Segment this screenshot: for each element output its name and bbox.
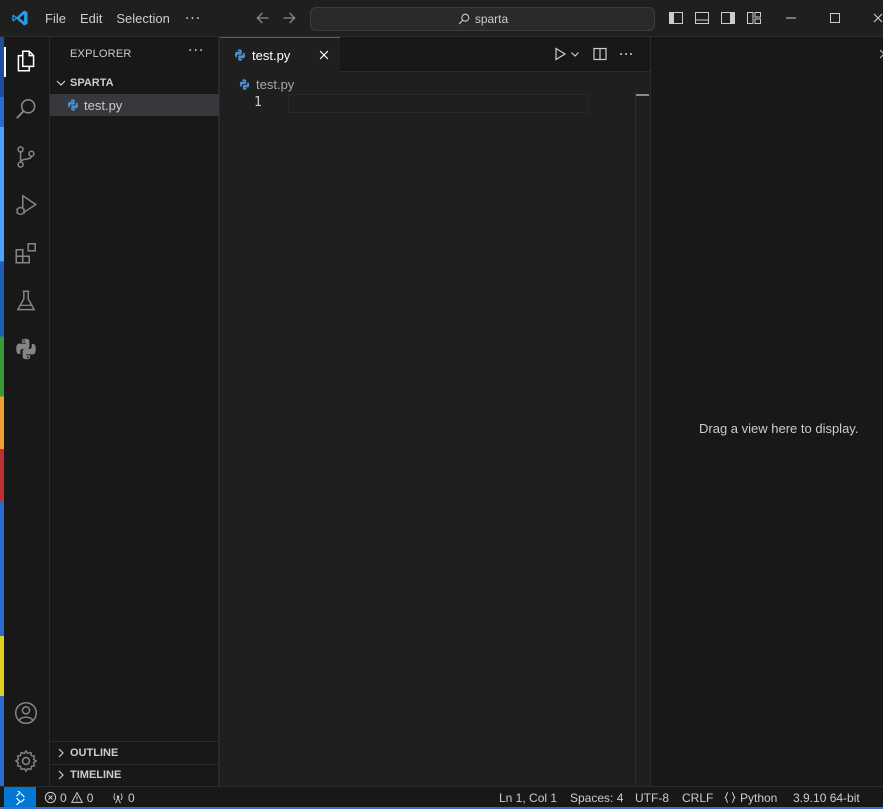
menu-edit[interactable]: Edit <box>73 0 109 37</box>
chevron-down-icon <box>56 80 66 86</box>
desktop-edge <box>0 37 4 786</box>
remote-indicator-button[interactable] <box>4 787 36 808</box>
editor-tab-bar: test.py <box>220 37 650 72</box>
ports-count: 0 <box>128 790 135 805</box>
vscode-logo-icon <box>12 10 28 26</box>
secondary-sidebar: Drag a view here to display. <box>650 37 883 786</box>
editor-group: test.py test.py 1 <box>220 37 650 786</box>
split-editor-icon[interactable] <box>592 46 608 62</box>
source-control-icon[interactable] <box>13 144 39 170</box>
python-icon[interactable] <box>13 336 39 362</box>
eol-setting[interactable]: CRLF <box>682 787 713 808</box>
cursor-overview-marker <box>636 94 649 96</box>
close-icon[interactable] <box>870 10 883 26</box>
menu-selection[interactable]: Selection <box>109 0 176 37</box>
cursor-position[interactable]: Ln 1, Col 1 <box>499 787 557 808</box>
close-icon[interactable] <box>877 47 883 61</box>
code-editor-current-line[interactable] <box>288 94 588 113</box>
extensions-icon[interactable] <box>13 240 39 266</box>
outline-section-header[interactable]: OUTLINE <box>50 742 219 764</box>
python-file-icon <box>239 78 250 90</box>
run-icon[interactable] <box>552 46 568 62</box>
command-center-search[interactable]: sparta <box>310 7 655 31</box>
folder-header-sparta[interactable]: SPARTA <box>50 72 219 94</box>
active-indicator <box>4 47 6 77</box>
menu-more-button[interactable]: ··· <box>177 11 209 27</box>
toggle-panel-icon[interactable] <box>694 10 710 26</box>
warning-icon <box>70 791 83 803</box>
arrow-right-icon[interactable] <box>280 9 298 27</box>
line-number: 1 <box>254 95 262 110</box>
settings-gear-icon[interactable] <box>13 748 39 774</box>
close-tab-icon[interactable] <box>317 48 331 62</box>
language-mode[interactable]: Python <box>723 787 777 808</box>
remote-icon <box>16 790 25 805</box>
explorer-title: EXPLORER <box>70 48 132 60</box>
toggle-secondary-sidebar-icon[interactable] <box>720 10 736 26</box>
testing-icon[interactable] <box>13 288 39 314</box>
breadcrumb[interactable]: test.py <box>238 75 294 93</box>
editor-tab-test-py[interactable]: test.py <box>220 37 340 72</box>
indentation-setting[interactable]: Spaces: 4 <box>570 787 623 808</box>
menu-bar: File Edit Selection ··· <box>38 0 209 37</box>
python-file-icon <box>68 99 78 111</box>
search-icon[interactable] <box>13 96 39 122</box>
tab-label: test.py <box>252 47 291 63</box>
timeline-section-header[interactable]: TIMELINE <box>50 764 219 786</box>
warning-count: 0 <box>86 790 94 805</box>
run-debug-icon[interactable] <box>13 192 39 218</box>
file-name: test.py <box>84 97 123 113</box>
ports-indicator[interactable]: 0 <box>111 787 135 808</box>
editor-scrollbar[interactable] <box>635 93 650 786</box>
empty-view-message: Drag a view here to display. <box>699 421 859 436</box>
chevron-right-icon <box>58 770 64 780</box>
maximize-icon[interactable] <box>827 10 843 26</box>
error-icon <box>44 791 57 804</box>
account-icon[interactable] <box>13 700 39 726</box>
chevron-down-icon[interactable] <box>569 46 581 62</box>
status-bar: 0 0 0 Ln 1, Col 1 Spaces: 4 UTF-8 CRLF P… <box>0 786 883 808</box>
breadcrumb-file: test.py <box>256 76 295 92</box>
title-bar: File Edit Selection ··· sparta <box>0 0 883 37</box>
language-label: Python <box>740 790 778 805</box>
outline-label: OUTLINE <box>70 747 119 759</box>
toggle-sidebar-icon[interactable] <box>668 10 684 26</box>
timeline-label: TIMELINE <box>70 769 122 781</box>
activity-bar <box>0 37 50 786</box>
arrow-left-icon[interactable] <box>254 9 272 27</box>
file-item-test-py[interactable]: test.py <box>50 94 219 116</box>
error-count: 0 <box>60 790 67 805</box>
explorer-sidebar: EXPLORER ··· SPARTA test.py OUTLINE TIME… <box>50 37 219 786</box>
problems-indicator[interactable]: 0 0 <box>44 787 93 808</box>
search-icon <box>458 13 470 25</box>
braces-icon <box>724 792 736 803</box>
python-file-icon <box>235 49 245 61</box>
customize-layout-icon[interactable] <box>746 10 762 26</box>
python-interpreter[interactable]: 3.9.10 64-bit <box>793 787 860 808</box>
minimize-icon[interactable] <box>783 10 799 26</box>
command-center-text: sparta <box>474 12 509 26</box>
ports-icon <box>113 793 123 804</box>
folder-name: SPARTA <box>70 77 114 89</box>
encoding-setting[interactable]: UTF-8 <box>635 787 669 808</box>
more-actions-icon[interactable] <box>618 46 634 62</box>
files-icon[interactable] <box>13 48 39 74</box>
menu-file[interactable]: File <box>38 0 73 37</box>
explorer-more-button[interactable]: ··· <box>188 43 204 59</box>
chevron-right-icon <box>58 748 64 758</box>
